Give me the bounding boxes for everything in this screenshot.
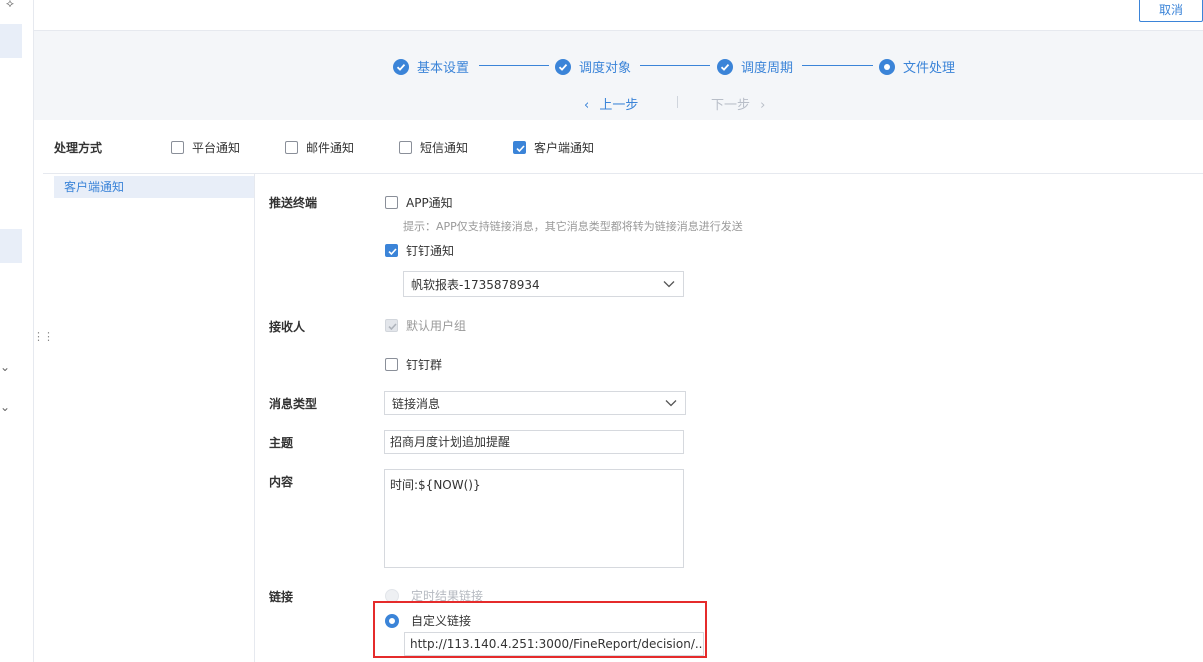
chevron-left-icon: ‹ <box>584 98 590 113</box>
step-connector <box>640 65 710 66</box>
step-label: 文件处理 <box>903 61 956 76</box>
option-app-notify[interactable]: APP通知 <box>385 194 453 211</box>
message-type-select[interactable]: 链接消息 <box>384 391 686 415</box>
checkbox[interactable] <box>385 358 398 371</box>
step-schedule-cycle[interactable]: 调度周期 <box>717 57 793 76</box>
section-divider <box>43 173 1203 174</box>
left-rail: ⟡ ⌄ ⌄ <box>0 0 34 662</box>
step-file-processing[interactable]: 文件处理 <box>879 57 955 76</box>
message-type-label: 消息类型 <box>269 397 318 411</box>
dingtalk-app-select[interactable]: 帆软报表-1735878934 <box>403 271 684 297</box>
chevron-down-icon[interactable]: ⌄ <box>0 360 10 374</box>
checkbox-checked[interactable] <box>513 141 526 154</box>
content-textarea[interactable]: 时间:${NOW()} <box>384 469 684 568</box>
check-circle-icon <box>393 58 409 75</box>
checkbox[interactable] <box>385 196 398 209</box>
subnav-client-notify[interactable]: 客户端通知 <box>54 176 254 198</box>
option-dingtalk-group[interactable]: 钉钉群 <box>385 356 442 373</box>
subject-input[interactable]: 招商月度计划追加提醒 <box>384 430 684 454</box>
option-dingtalk-notify[interactable]: 钉钉通知 <box>385 242 454 259</box>
prev-step-button[interactable]: ‹ 上一步 <box>584 94 638 113</box>
checkbox-disabled <box>385 319 398 332</box>
option-client-notify[interactable]: 客户端通知 <box>513 139 594 156</box>
chevron-down-icon[interactable]: ⌄ <box>0 400 10 414</box>
checkbox[interactable] <box>285 141 298 154</box>
link-label: 链接 <box>269 590 294 604</box>
step-label: 基本设置 <box>417 61 470 76</box>
push-terminal-label: 推送终端 <box>269 196 318 210</box>
receiver-label: 接收人 <box>269 320 306 334</box>
subject-label: 主题 <box>269 436 294 450</box>
check-circle-icon <box>555 58 571 75</box>
checkbox-checked[interactable] <box>385 244 398 257</box>
rail-item-highlight[interactable] <box>0 229 22 263</box>
pin-icon[interactable]: ⟡ <box>6 0 14 11</box>
processing-label: 处理方式 <box>54 141 103 155</box>
chevron-down-icon <box>663 281 675 288</box>
drag-handle-icon[interactable]: ⋮⋮ <box>33 330 54 343</box>
checkbox[interactable] <box>171 141 184 154</box>
content-label: 内容 <box>269 475 294 489</box>
top-bar <box>34 0 1203 31</box>
next-step-button[interactable]: 下一步 › <box>711 94 765 113</box>
rail-item-highlight[interactable] <box>0 24 22 58</box>
option-default-group: 默认用户组 <box>385 317 466 334</box>
step-connector <box>479 65 549 66</box>
current-step-icon <box>879 58 895 75</box>
step-connector <box>802 65 873 66</box>
step-basic-settings[interactable]: 基本设置 <box>393 57 469 76</box>
step-schedule-object[interactable]: 调度对象 <box>555 57 631 76</box>
step-label: 调度周期 <box>741 61 794 76</box>
chevron-down-icon <box>665 400 677 407</box>
column-divider <box>254 174 255 662</box>
app-hint-text: 提示：APP仅支持链接消息，其它消息类型都将转为链接消息进行发送 <box>403 220 743 233</box>
chevron-right-icon: › <box>760 98 766 113</box>
nav-divider <box>677 96 678 108</box>
check-circle-icon <box>717 58 733 75</box>
step-label: 调度对象 <box>579 61 632 76</box>
cancel-button[interactable]: 取消 <box>1139 0 1203 22</box>
option-email-notify[interactable]: 邮件通知 <box>285 139 354 156</box>
checkbox[interactable] <box>399 141 412 154</box>
annotation-highlight-box <box>373 601 707 658</box>
option-sms-notify[interactable]: 短信通知 <box>399 139 468 156</box>
option-platform-notify[interactable]: 平台通知 <box>171 139 240 156</box>
